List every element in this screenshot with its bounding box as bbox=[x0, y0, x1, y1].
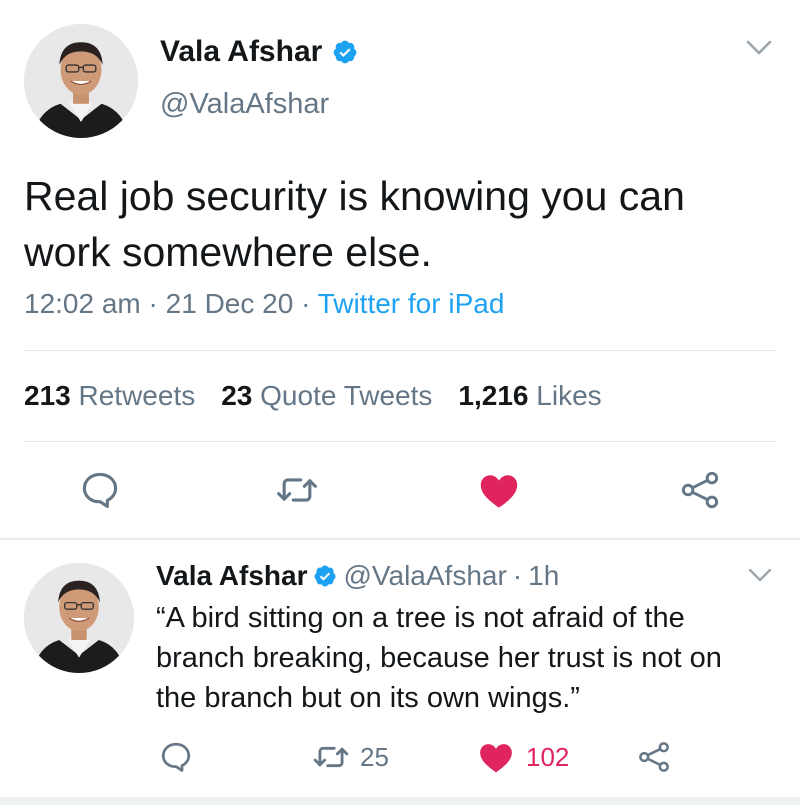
tweet-date[interactable]: 21 Dec 20 bbox=[166, 288, 294, 319]
reply-header: Vala Afshar @ValaAfshar · 1h bbox=[156, 560, 559, 592]
avatar-image bbox=[24, 24, 138, 138]
reply-author-handle[interactable]: @ValaAfshar bbox=[343, 560, 506, 592]
like-button[interactable] bbox=[474, 465, 524, 515]
tweet-separator bbox=[0, 538, 800, 540]
likes-stat[interactable]: 1,216 Likes bbox=[458, 380, 601, 412]
likes-count: 1,216 bbox=[458, 380, 529, 411]
author-handle[interactable]: @ValaAfshar bbox=[160, 88, 329, 121]
retweet-icon bbox=[313, 746, 349, 768]
heart-icon bbox=[480, 744, 512, 773]
share-icon bbox=[681, 471, 719, 509]
reply-author-avatar[interactable] bbox=[24, 563, 134, 673]
author-name-row[interactable]: Vala Afshar bbox=[160, 35, 358, 69]
likes-label: Likes bbox=[536, 380, 602, 411]
bottom-strip bbox=[0, 797, 800, 805]
meta-separator: · bbox=[148, 288, 158, 319]
tweet-stats: 213 Retweets 23 Quote Tweets 1,216 Likes bbox=[24, 380, 602, 412]
quote-tweets-count: 23 bbox=[221, 380, 253, 411]
reply-reply-button[interactable] bbox=[158, 735, 194, 779]
retweets-label: Retweets bbox=[78, 380, 196, 411]
avatar-image bbox=[24, 563, 134, 673]
tweet-text: Real job security is knowing you can wor… bbox=[24, 173, 685, 275]
tweet-source[interactable]: Twitter for iPad bbox=[318, 288, 505, 319]
chevron-down-icon[interactable] bbox=[746, 40, 772, 61]
meta-separator: · bbox=[512, 560, 523, 591]
reply-age[interactable]: 1h bbox=[528, 560, 559, 592]
chevron-down-icon[interactable] bbox=[748, 568, 772, 587]
share-icon bbox=[639, 742, 669, 772]
speech-bubble-icon bbox=[161, 742, 191, 772]
speech-bubble-icon bbox=[82, 472, 118, 509]
reply-share-button[interactable] bbox=[636, 735, 672, 779]
reply-retweet-count: 25 bbox=[360, 741, 389, 772]
reply-like-count: 102 bbox=[526, 741, 570, 772]
quote-tweets-label: Quote Tweets bbox=[260, 380, 433, 411]
share-button[interactable] bbox=[675, 465, 725, 515]
reply-text: “A bird sitting on a tree is not afraid … bbox=[156, 602, 722, 714]
retweet-icon bbox=[277, 478, 317, 502]
heart-icon bbox=[480, 475, 518, 508]
meta-separator: · bbox=[301, 288, 311, 319]
verified-badge-icon bbox=[313, 564, 337, 588]
author-avatar[interactable] bbox=[24, 24, 138, 138]
author-name[interactable]: Vala Afshar bbox=[160, 35, 322, 69]
divider bbox=[24, 441, 776, 442]
retweets-stat[interactable]: 213 Retweets bbox=[24, 380, 195, 412]
reply-author-name[interactable]: Vala Afshar bbox=[156, 560, 307, 592]
tweet-time[interactable]: 12:02 am bbox=[24, 288, 141, 319]
retweets-count: 213 bbox=[24, 380, 71, 411]
reply-button[interactable] bbox=[75, 465, 125, 515]
tweet-meta: 12:02 am · 21 Dec 20 · Twitter for iPad bbox=[24, 288, 504, 320]
quote-tweets-stat[interactable]: 23 Quote Tweets bbox=[221, 380, 432, 412]
reply-like-button[interactable]: 102 bbox=[476, 735, 569, 779]
reply-retweet-button[interactable]: 25 bbox=[312, 735, 389, 779]
retweet-button[interactable] bbox=[272, 465, 322, 515]
verified-badge-icon bbox=[332, 39, 358, 65]
divider bbox=[24, 350, 776, 351]
